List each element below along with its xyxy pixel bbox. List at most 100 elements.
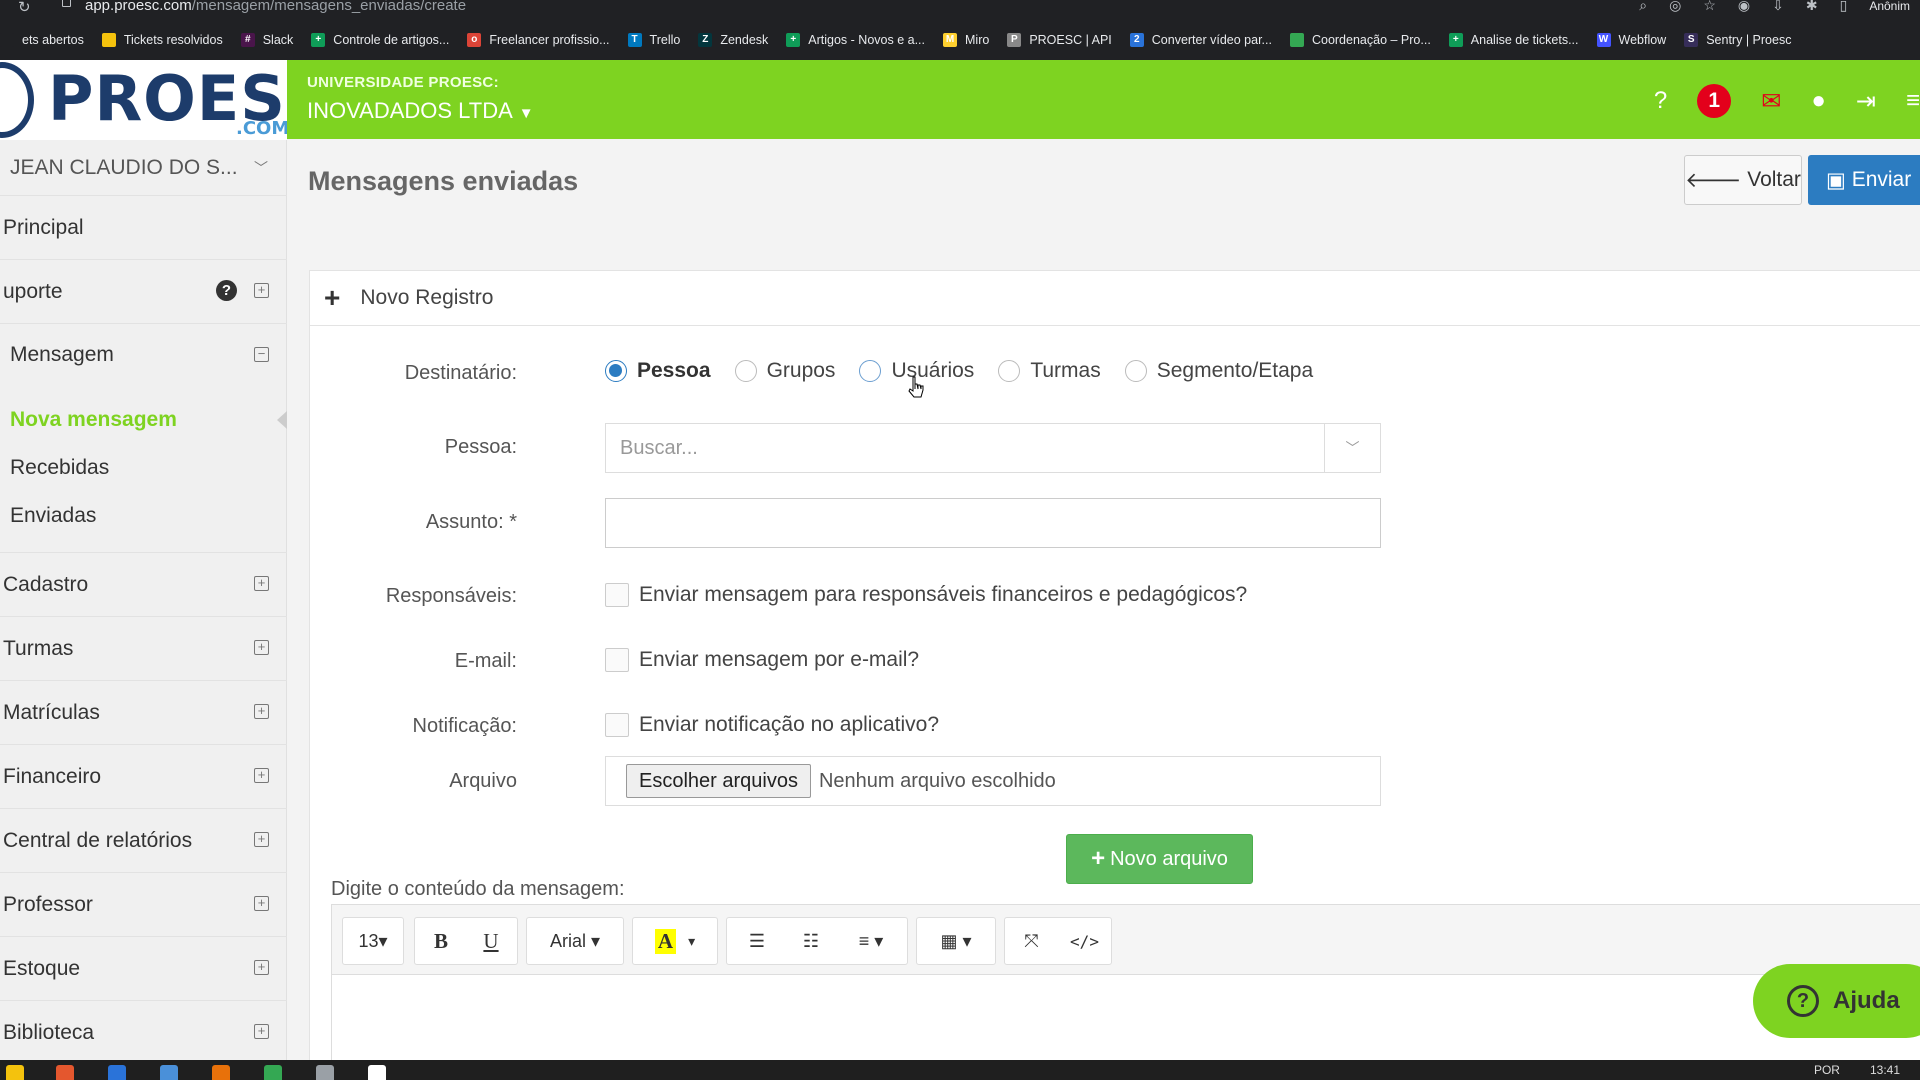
code-view-icon[interactable]: </> [1058, 932, 1111, 951]
bookmark-item[interactable]: T Trello [627, 33, 680, 47]
bookmark-item[interactable]: 2 Converter vídeo par... [1129, 33, 1272, 47]
question-icon[interactable]: ? [1654, 87, 1667, 115]
help-circle-icon[interactable]: ? [216, 280, 237, 301]
menu-icon[interactable]: ≡ [1906, 87, 1920, 115]
header-actions: ? 1 ✉ ● ⇥ ≡ [1624, 84, 1920, 118]
taskbar-app-icon[interactable] [368, 1065, 386, 1080]
logout-icon[interactable]: ⇥ [1856, 87, 1876, 116]
expand-plus-icon[interactable]: + [254, 896, 269, 911]
taskbar-firefox-icon[interactable] [212, 1065, 230, 1080]
radio-segmento-etapa[interactable]: Segmento/Etapa [1124, 359, 1313, 383]
sidebar-item-professor[interactable]: Professor + [0, 873, 287, 937]
sidebar-item-mensagem[interactable]: Mensagem − [0, 324, 287, 386]
notification-checkbox[interactable]: Enviar notificação no aplicativo? [605, 713, 939, 737]
bookmark-item[interactable]: W Webflow [1596, 33, 1666, 47]
back-button[interactable]: 🡐 Voltar [1684, 155, 1802, 205]
url-text[interactable]: app.proesc.com/mensagem/mensagens_enviad… [85, 0, 466, 14]
sidebar-menu: Principal uporte? + Mensagem − Nova mensag… [0, 196, 287, 1065]
taskbar-app-icon[interactable] [316, 1065, 334, 1080]
send-button[interactable]: ▣ Enviar [1808, 155, 1920, 205]
view-button-group: ⤧ </> [1004, 917, 1112, 965]
sidebar-item-suporte[interactable]: uporte? + [0, 260, 287, 324]
expand-plus-icon[interactable]: + [254, 1024, 269, 1039]
panel-header: + Novo Registro [310, 271, 1920, 326]
bookmark-item[interactable]: M Miro [943, 33, 989, 47]
expand-plus-icon[interactable]: + [254, 960, 269, 975]
extension-icon[interactable]: ◉ [1738, 0, 1750, 14]
download-icon[interactable]: ⇩ [1772, 0, 1784, 14]
company-selector[interactable]: INOVADADOS LTDA ▼ [307, 98, 534, 124]
collapse-minus-icon[interactable]: − [254, 347, 269, 362]
bookmark-item[interactable]: P PROESC | API [1007, 33, 1112, 47]
email-checkbox[interactable]: Enviar mensagem por e-mail? [605, 648, 919, 672]
proesc-logo[interactable]: PROESC .COM [0, 60, 287, 140]
bookmark-favicon-icon: 2 [1129, 33, 1144, 47]
sidebar-item-central-relatorios[interactable]: Central de relatórios + [0, 809, 287, 873]
font-family-dropdown[interactable]: Arial ▾ [526, 917, 624, 965]
star-icon[interactable]: ☆ [1703, 0, 1716, 14]
radio-pessoa[interactable]: Pessoa [605, 359, 711, 383]
bookmark-item[interactable]: Z Zendesk [698, 33, 768, 47]
taskbar-explorer-icon[interactable] [6, 1065, 24, 1080]
choose-files-button[interactable]: Escolher arquivos [626, 764, 811, 798]
clock[interactable]: 13:41 [1870, 1063, 1900, 1077]
sidebar-item-cadastro[interactable]: Cadastro + [0, 553, 287, 617]
bookmark-item[interactable]: Coordenação – Pro... [1289, 33, 1431, 47]
sidebar-item-biblioteca[interactable]: Biblioteca + [0, 1001, 287, 1065]
zoom-icon[interactable]: ⌕ [1639, 0, 1647, 14]
taskbar-app-icon[interactable] [56, 1065, 74, 1080]
bookmark-item[interactable]: + Artigos - Novos e a... [786, 33, 925, 47]
sidebar-subitem-nova-mensagem[interactable]: Nova mensagem [0, 396, 287, 444]
align-dropdown-icon[interactable]: ≡ ▾ [838, 931, 904, 952]
bold-icon[interactable]: B [416, 929, 466, 954]
sidebar-item-matriculas[interactable]: Matrículas + [0, 681, 287, 745]
radio-turmas[interactable]: Turmas [998, 359, 1101, 383]
chevron-down-icon[interactable]: ﹀ [1324, 424, 1380, 472]
color-dropdown-icon[interactable]: ▾ [688, 933, 695, 950]
expand-plus-icon[interactable]: + [254, 832, 269, 847]
help-widget-button[interactable]: ? Ajuda [1753, 964, 1920, 1038]
eye-off-icon[interactable]: ◎ [1669, 0, 1681, 14]
subject-input[interactable] [605, 498, 1381, 548]
address-bar[interactable]: ↻ app.proesc.com/mensagem/mensagens_envi… [0, 0, 1920, 16]
bookmark-item[interactable]: Tickets resolvidos [101, 33, 223, 47]
user-menu[interactable]: JEAN CLAUDIO DO S... ﹀ [0, 140, 287, 196]
bookmark-item[interactable]: o Freelancer profissio... [467, 33, 610, 47]
responsible-checkbox[interactable]: Enviar mensagem para responsáveis financ… [605, 583, 1247, 607]
radio-grupos[interactable]: Grupos [734, 359, 835, 383]
notification-badge[interactable]: 1 [1697, 84, 1732, 118]
profile-button[interactable]: Anônim [1869, 0, 1910, 13]
person-search-select[interactable]: Buscar... ﹀ [605, 423, 1381, 473]
taskbar-vscode-icon[interactable] [108, 1065, 126, 1080]
sidebar-item-principal[interactable]: Principal [0, 196, 287, 260]
sidebar-item-turmas[interactable]: Turmas + [0, 617, 287, 681]
taskbar-chrome-icon[interactable] [264, 1065, 282, 1080]
bookmark-item[interactable]: ets abertos [0, 33, 84, 47]
fullscreen-icon[interactable]: ⤧ [1005, 931, 1058, 952]
sidepanel-icon[interactable]: ▯ [1840, 0, 1848, 14]
ordered-list-icon[interactable]: ☷ [784, 931, 838, 952]
bookmark-favicon-icon: + [311, 33, 326, 47]
bullet-list-icon[interactable]: ☰ [730, 931, 784, 952]
expand-plus-icon[interactable]: + [254, 283, 269, 298]
bookmark-item[interactable]: + Controle de artigos... [311, 33, 449, 47]
font-size-dropdown[interactable]: 13 ▾ [342, 917, 404, 965]
user-icon[interactable]: ● [1811, 87, 1826, 115]
sidebar-subitem-recebidas[interactable]: Recebidas [0, 444, 287, 492]
reload-icon[interactable]: ↻ [18, 0, 31, 16]
format-button-group: B U [414, 917, 518, 965]
underline-icon[interactable]: U [466, 929, 516, 954]
sidebar-subitem-enviadas[interactable]: Enviadas [0, 492, 287, 540]
taskbar-browser-icon[interactable] [160, 1065, 178, 1080]
puzzle-icon[interactable]: ✱ [1806, 0, 1818, 14]
table-dropdown-icon[interactable]: ▦ ▾ [916, 917, 996, 965]
new-file-button[interactable]: + Novo arquivo [1066, 834, 1253, 884]
highlight-color-icon[interactable]: A [654, 928, 677, 954]
sidebar-item-financeiro[interactable]: Financeiro + [0, 745, 287, 809]
bookmark-item[interactable]: + Analise de tickets... [1448, 33, 1579, 47]
envelope-icon[interactable]: ✉ [1761, 87, 1781, 116]
sidebar-item-estoque[interactable]: Estoque + [0, 937, 287, 1001]
bookmark-item[interactable]: # Slack [240, 33, 293, 47]
bookmark-item[interactable]: S Sentry | Proesc [1684, 33, 1791, 47]
language-indicator[interactable]: POR [1814, 1063, 1840, 1077]
